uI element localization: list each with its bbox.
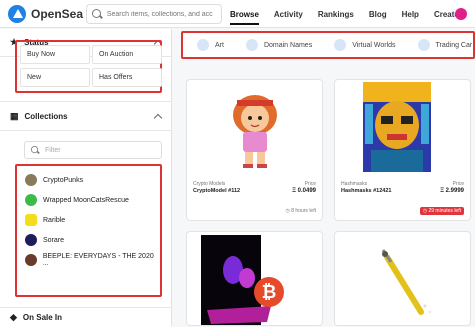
price-label: Price <box>304 181 316 187</box>
nft-card[interactable]: Crypto Models CryptoModel #112 Price Ξ 0… <box>186 79 323 221</box>
rarible-avatar <box>25 214 37 226</box>
sorare-avatar <box>25 234 37 246</box>
beeple-avatar <box>25 254 37 266</box>
art-icon <box>197 39 209 51</box>
card-price: Ξ 2.9999 <box>440 188 464 194</box>
on-sale-section-header[interactable]: ◆ On Sale In <box>0 307 171 327</box>
search-icon <box>92 9 102 19</box>
nav-blog[interactable]: Blog <box>369 10 387 19</box>
svg-text:₿: ₿ <box>262 282 277 302</box>
collection-item-sorare[interactable]: Sorare <box>25 233 64 247</box>
collection-item-cryptopunks[interactable]: CryptoPunks <box>25 173 83 187</box>
category-trading-cards[interactable]: Trading Car <box>417 39 473 51</box>
nav-browse[interactable]: Browse <box>230 10 259 25</box>
nft-card[interactable] <box>334 231 471 326</box>
tag-icon: ◆ <box>10 312 17 322</box>
category-bar: Art Domain Names Virtual Worlds Trading … <box>181 31 475 59</box>
new-button[interactable]: New <box>20 68 90 87</box>
logo[interactable]: OpenSea <box>8 5 83 23</box>
chevron-up-icon[interactable] <box>153 113 163 122</box>
category-domain-names[interactable]: Domain Names <box>245 39 313 51</box>
nft-image <box>363 82 431 172</box>
avatar[interactable] <box>455 8 467 20</box>
cryptopunks-avatar <box>25 174 37 186</box>
on-sale-title: On Sale In <box>22 313 63 322</box>
nft-card[interactable]: ₿ <box>186 231 323 326</box>
on-auction-button[interactable]: On Auction <box>92 45 162 64</box>
nav-activity[interactable]: Activity <box>274 10 303 19</box>
collections-list: CryptoPunks Wrapped MoonCatsRescue Rarib… <box>15 164 162 297</box>
globe-icon <box>334 39 347 51</box>
card-name: Hashmasks #12421 <box>341 188 392 194</box>
collection-label: Wrapped MoonCatsRescue <box>43 196 129 204</box>
collections-section: ▦ Collections <box>0 101 171 131</box>
collection-label: Rarible <box>43 216 66 224</box>
search-bar[interactable] <box>86 4 222 24</box>
collections-section-header[interactable]: ▦ Collections <box>0 101 171 131</box>
filter-placeholder: Filter <box>45 146 61 154</box>
nft-image <box>381 249 431 315</box>
opensea-logo-icon <box>8 5 26 23</box>
buy-now-button[interactable]: Buy Now <box>20 45 90 64</box>
time-left-urgent: ◷ 29 minutes left <box>419 207 464 215</box>
category-art[interactable]: Art <box>197 39 224 51</box>
main-nav: Browse Activity Rankings Blog Help Creat… <box>230 0 474 28</box>
mooncats-avatar <box>25 194 37 206</box>
time-left-text: 8 hours left <box>291 208 316 214</box>
nft-image <box>233 95 277 168</box>
category-label: Domain Names <box>263 41 313 49</box>
time-left: ◷ 8 hours left <box>285 208 316 214</box>
collection-label: Sorare <box>43 236 65 244</box>
collections-title: Collections <box>24 111 68 121</box>
nav-rankings[interactable]: Rankings <box>318 10 354 19</box>
has-offers-button[interactable]: Has Offers <box>92 68 162 87</box>
cards-icon <box>417 39 430 51</box>
card-name: CryptoModel #112 <box>193 188 241 194</box>
top-bar: OpenSea Browse Activity Rankings Blog He… <box>0 0 475 28</box>
collection-item-mooncats[interactable]: Wrapped MoonCatsRescue <box>25 193 129 207</box>
status-filter-group: Buy Now On Auction New Has Offers <box>15 40 162 93</box>
collection-filter-input[interactable]: Filter <box>24 141 162 159</box>
search-input[interactable] <box>106 10 221 18</box>
grid-icon: ▦ <box>10 110 19 121</box>
card-collection: Crypto Models <box>193 181 226 187</box>
nft-image: ₿ <box>201 235 284 325</box>
card-price: Ξ 0.0499 <box>292 188 316 194</box>
collection-label: BEEPLE: EVERYDAYS - THE 2020 ... <box>42 253 154 267</box>
search-icon <box>31 146 39 154</box>
category-label: Virtual Worlds <box>352 41 396 49</box>
collection-label: CryptoPunks <box>43 176 84 184</box>
brand-name: OpenSea <box>31 7 84 21</box>
category-label: Trading Car <box>435 41 473 49</box>
nft-card[interactable]: Hashmasks Hashmasks #12421 Price Ξ 2.999… <box>334 79 471 221</box>
collection-item-beeple[interactable]: BEEPLE: EVERYDAYS - THE 2020 ... <box>25 253 160 267</box>
category-virtual-worlds[interactable]: Virtual Worlds <box>334 39 396 51</box>
domain-icon <box>245 39 258 51</box>
card-collection: Hashmasks <box>341 181 368 187</box>
collection-item-rarible[interactable]: Rarible <box>25 213 65 227</box>
price-label: Price <box>452 181 464 187</box>
nav-help[interactable]: Help <box>402 10 419 19</box>
category-label: Art <box>215 41 224 49</box>
time-left-text: 29 minutes left <box>428 208 461 214</box>
